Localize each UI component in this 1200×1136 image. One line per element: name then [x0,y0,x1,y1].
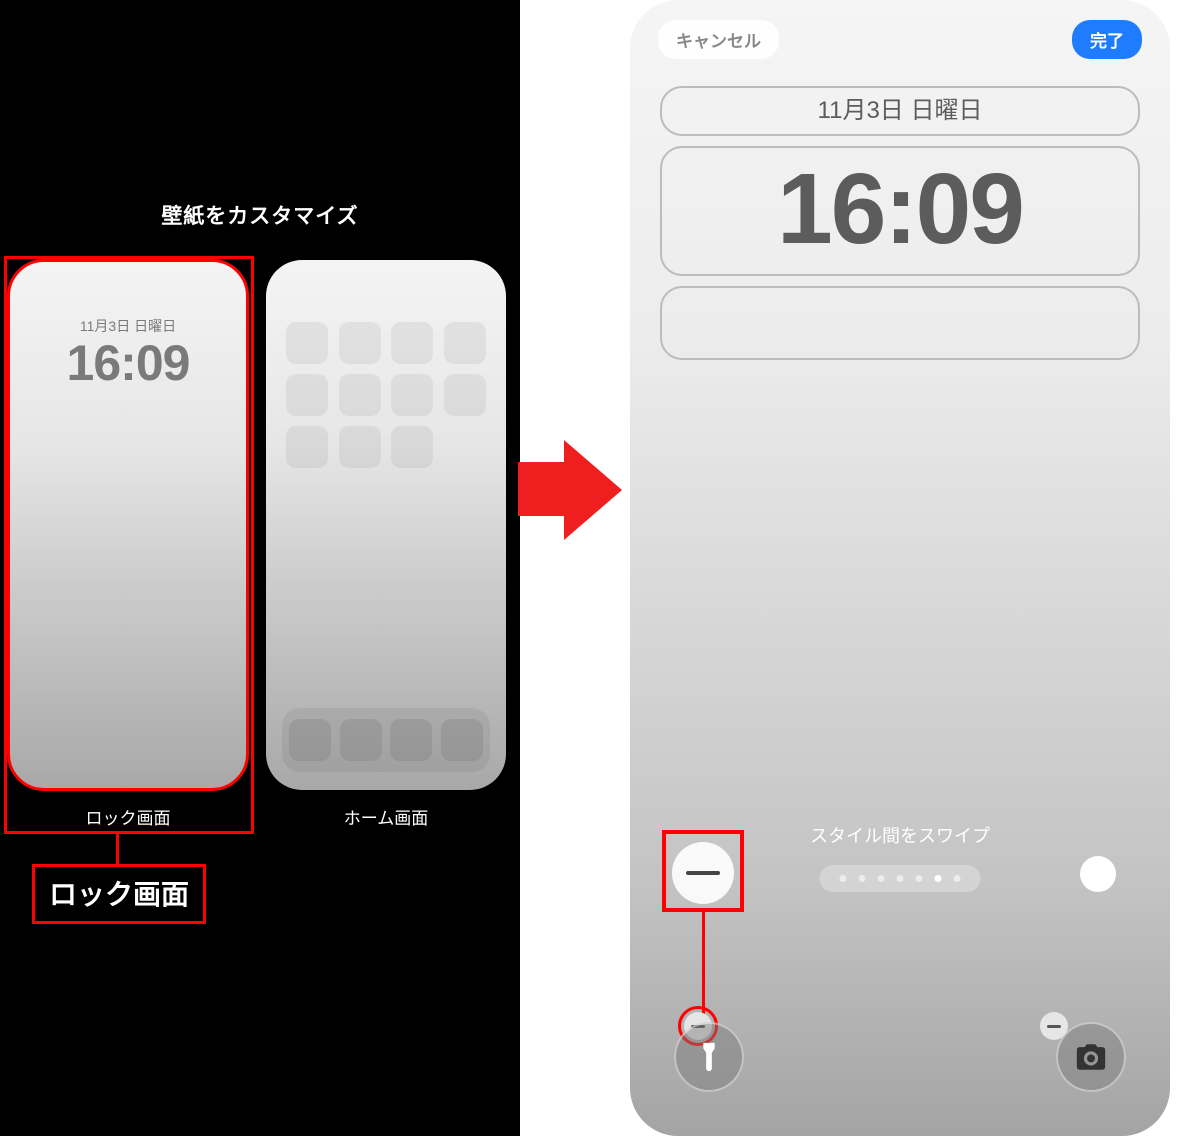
arrow-head-icon [564,440,622,540]
arrow-icon [518,462,568,516]
page-dot [859,875,866,882]
annotation-highlight-box [4,256,254,834]
page-dot [897,875,904,882]
minus-icon [1047,1025,1061,1028]
cancel-button[interactable]: キャンセル [658,20,779,59]
annotation-connector-line [702,910,705,1014]
lock-screen-editor-panel: キャンセル 完了 11月3日 日曜日 16:09 スタイル間をスワイプ [620,0,1200,1136]
camera-shortcut[interactable] [1056,1022,1126,1092]
flashlight-icon [692,1040,726,1074]
annotation-callout-text: ロック画面 [49,879,189,910]
customize-wallpaper-title: 壁紙をカスタマイズ [0,200,520,230]
page-dot [954,875,961,882]
flashlight-shortcut[interactable] [674,1022,744,1092]
annotation-callout: ロック画面 [32,864,206,924]
transition-arrow-area [520,0,620,1136]
camera-icon [1074,1040,1108,1074]
wallpaper-picker-panel: 壁紙をカスタマイズ 11月3日 日曜日 16:09 ロック画面 ホーム画面 [0,0,520,1136]
home-screen-thumbnail-label: ホーム画面 [344,804,429,829]
phone-frame: キャンセル 完了 11月3日 日曜日 16:09 スタイル間をスワイプ [630,0,1170,1136]
bottom-widget-slot[interactable] [660,286,1140,360]
page-dot-active [935,875,942,882]
style-page-indicator[interactable] [820,865,981,892]
page-dot [840,875,847,882]
home-dock-preview [282,708,490,772]
annotation-connector-line [116,834,119,866]
page-dot [916,875,923,882]
annotation-highlight-box [662,830,744,912]
editor-topbar: キャンセル 完了 [630,20,1170,59]
done-button[interactable]: 完了 [1072,20,1142,59]
home-screen-thumbnail[interactable] [266,260,506,790]
page-dot [878,875,885,882]
date-widget[interactable]: 11月3日 日曜日 [660,86,1140,136]
color-swatch-white[interactable] [1080,856,1116,892]
home-grid-preview [286,322,486,468]
time-widget[interactable]: 16:09 [660,146,1140,276]
